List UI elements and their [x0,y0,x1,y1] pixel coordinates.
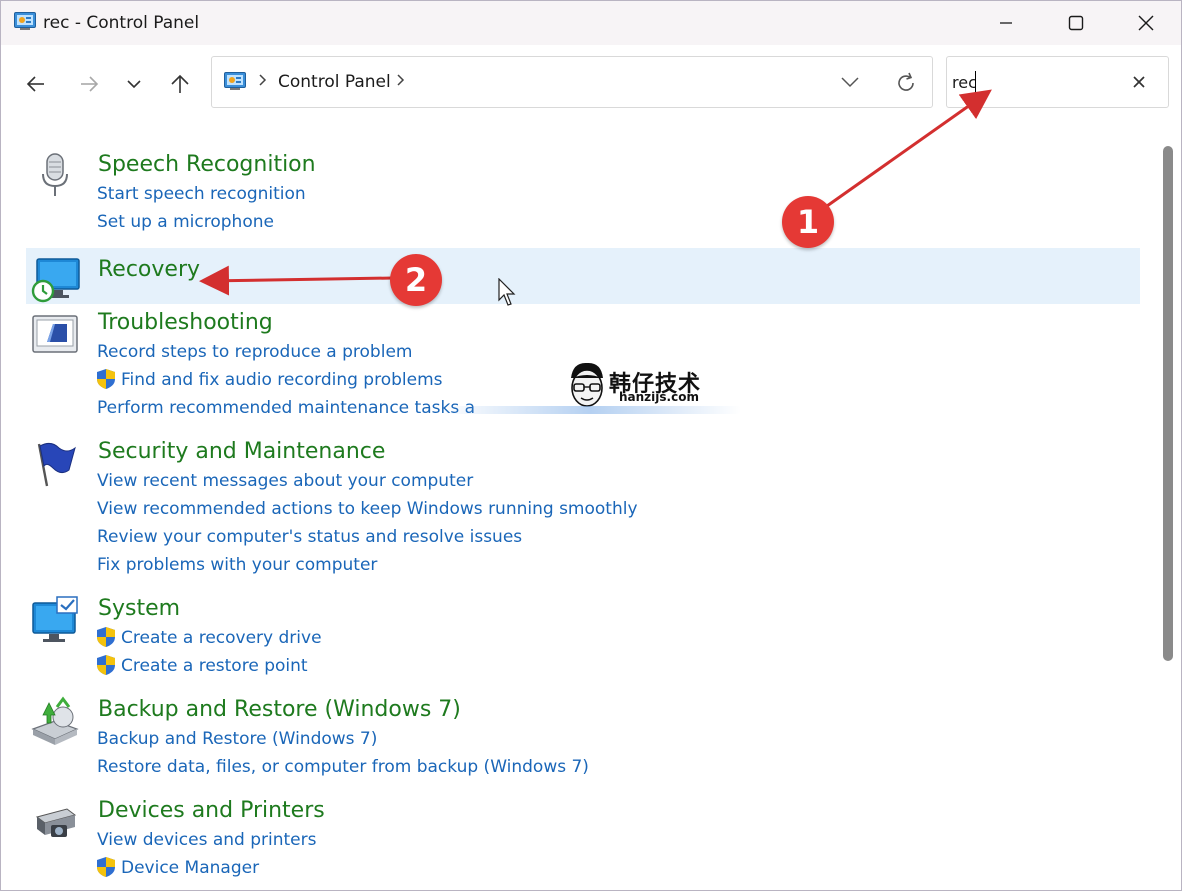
troubleshooting-icon [32,315,78,353]
system-icon [32,596,78,642]
scrollbar-thumb[interactable] [1163,146,1173,661]
navigation-bar: Control Panel [1,45,1181,121]
task-perform-maintenance[interactable]: Perform recommended maintenance tasks a [97,398,475,418]
mouse-pointer-icon [498,278,516,306]
task-device-manager[interactable]: Device Manager [121,858,259,878]
watermark-underline [441,406,741,414]
task-create-restore-point[interactable]: Create a restore point [121,656,308,676]
title-bar: rec - Control Panel [1,1,1181,45]
close-icon [1138,15,1154,31]
uac-shield-icon [97,857,115,877]
maximize-button[interactable] [1041,1,1111,45]
uac-shield-icon [97,369,115,389]
control-panel-icon [224,72,246,90]
task-view-devices-printers[interactable]: View devices and printers [97,830,316,850]
chevron-down-icon [127,80,141,89]
control-panel-window: rec - Control Panel Control Panel rec Sp… [0,0,1182,891]
task-record-steps[interactable]: Record steps to reproduce a problem [97,342,412,362]
task-view-recent-messages[interactable]: View recent messages about your computer [97,471,473,491]
task-backup-restore[interactable]: Backup and Restore (Windows 7) [97,729,377,749]
task-review-status[interactable]: Review your computer's status and resolv… [97,527,522,547]
task-create-recovery-drive[interactable]: Create a recovery drive [121,628,322,648]
maximize-icon [1068,15,1084,31]
uac-shield-icon [97,655,115,675]
group-title-recovery[interactable]: Recovery [98,257,200,282]
flag-icon [37,442,76,487]
task-view-recommended-actions[interactable]: View recommended actions to keep Windows… [97,499,638,519]
close-icon[interactable] [1130,73,1148,91]
breadcrumb-separator-icon[interactable] [396,73,406,87]
minimize-icon [1000,22,1012,24]
recovery-icon [31,258,80,303]
breadcrumb-control-panel[interactable]: Control Panel [278,72,391,92]
group-title-security-maintenance[interactable]: Security and Maintenance [98,439,385,464]
search-box[interactable] [946,56,1169,108]
control-panel-icon [14,12,36,30]
forward-button[interactable] [74,69,104,99]
uac-shield-icon [97,627,115,647]
refresh-icon[interactable] [894,71,918,95]
close-button[interactable] [1111,1,1181,45]
group-title-devices-printers[interactable]: Devices and Printers [98,798,325,823]
group-title-speech-recognition[interactable]: Speech Recognition [98,152,316,177]
task-restore-data[interactable]: Restore data, files, or computer from ba… [97,757,589,777]
group-title-troubleshooting[interactable]: Troubleshooting [98,310,273,335]
address-bar[interactable]: Control Panel [211,56,933,108]
arrow-left-icon [26,76,44,92]
minimize-button[interactable] [971,1,1041,45]
arrow-right-icon [81,76,99,92]
up-button[interactable] [165,69,195,99]
task-start-speech-recognition[interactable]: Start speech recognition [97,184,306,204]
task-fix-problems[interactable]: Fix problems with your computer [97,555,377,575]
back-button[interactable] [21,69,51,99]
task-fix-audio-recording[interactable]: Find and fix audio recording problems [121,370,443,390]
window-title: rec - Control Panel [43,13,200,33]
microphone-icon [42,153,68,196]
group-title-backup-restore[interactable]: Backup and Restore (Windows 7) [98,697,461,722]
annotation-badge-1: 1 [782,196,834,248]
search-input[interactable] [952,71,1122,93]
chevron-down-icon[interactable] [840,75,860,89]
annotation-badge-2: 2 [390,254,442,306]
task-set-up-microphone[interactable]: Set up a microphone [97,212,274,232]
recent-locations-button[interactable] [119,69,149,99]
breadcrumb-separator-icon[interactable] [258,73,268,87]
group-title-system[interactable]: System [98,596,180,621]
printer-icon [35,808,77,837]
text-cursor [975,71,976,93]
arrow-up-icon [171,74,189,93]
backup-icon [31,696,79,745]
